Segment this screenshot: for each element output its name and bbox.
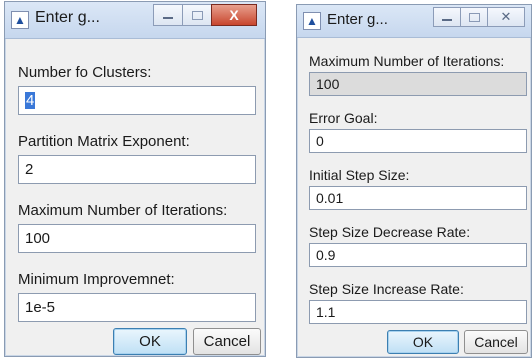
matlab-icon: ▲ [11,11,29,29]
error-goal-input[interactable]: 0 [309,129,527,153]
close-button[interactable]: ✕ [487,7,525,27]
title-bar[interactable]: ▲ Enter g... ✕ [297,5,531,38]
field-label-min-improvement: Minimum Improvemnet: [18,271,175,288]
field-label-max-iterations: Maximum Number of Iterations: [309,53,505,69]
maximize-button[interactable] [182,4,212,26]
minimize-icon [163,17,173,19]
minimize-icon [442,19,452,21]
max-iterations-input[interactable]: 100 [309,72,527,96]
minimize-button[interactable] [153,4,183,26]
initial-step-size-input[interactable]: 0.01 [309,186,527,210]
field-label-initial-step-size: Initial Step Size: [309,167,410,183]
minimize-button[interactable] [433,7,461,27]
close-button[interactable]: X [211,4,257,26]
partition-exponent-input[interactable]: 2 [18,155,256,184]
cancel-button[interactable]: Cancel [193,328,261,355]
step-decrease-rate-input[interactable]: 0.9 [309,243,527,267]
min-improvement-input[interactable]: 1e-5 [18,293,256,322]
max-iterations-input[interactable]: 100 [18,224,256,253]
input-dialog-right: ▲ Enter g... ✕ Maximum Number of Iterati… [296,4,532,358]
window-title: Enter g... [35,9,100,26]
maximize-icon [468,12,480,22]
field-label-step-increase-rate: Step Size Increase Rate: [309,281,464,297]
num-clusters-input[interactable]: 4 [18,86,256,115]
ok-button[interactable]: OK [387,330,459,354]
field-label-step-decrease-rate: Step Size Decrease Rate: [309,224,471,240]
matlab-icon: ▲ [303,12,321,30]
field-label-partition-exponent: Partition Matrix Exponent: [18,133,190,150]
close-icon: ✕ [500,9,512,24]
window-controls: ✕ [433,7,525,27]
field-label-num-clusters: Number fo Clusters: [18,64,152,81]
title-bar[interactable]: ▲ Enter g... X [5,2,265,39]
window-title: Enter g... [327,11,388,28]
field-label-error-goal: Error Goal: [309,110,378,126]
maximize-icon [191,10,203,20]
close-icon: X [229,7,239,23]
field-label-max-iterations: Maximum Number of Iterations: [18,202,228,219]
cancel-button[interactable]: Cancel [464,330,528,354]
window-controls: X [153,4,257,26]
step-increase-rate-input[interactable]: 1.1 [309,300,527,324]
maximize-button[interactable] [460,7,488,27]
input-dialog-left: ▲ Enter g... X Number fo Clusters: 4 Par… [4,1,266,357]
ok-button[interactable]: OK [113,328,187,355]
